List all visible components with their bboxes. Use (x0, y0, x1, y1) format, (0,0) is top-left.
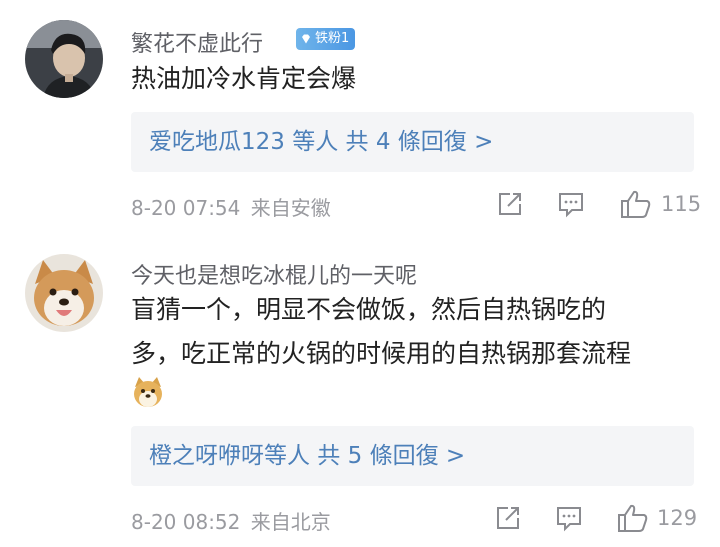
location: 来自安徽 (250, 196, 331, 220)
comment-item: 今天也是想吃冰棍儿的一天呢 盲猜一个，明显不会做饭，然后自热锅吃的 多，吃正常的… (0, 240, 720, 547)
like-count: 115 (661, 192, 702, 216)
doge-emoji (134, 377, 162, 407)
share-icon[interactable] (494, 505, 522, 531)
badge-label: 铁粉1 (315, 31, 350, 46)
avatar[interactable] (25, 254, 103, 332)
avatar[interactable] (25, 20, 103, 98)
location: 来自北京 (250, 510, 331, 534)
timestamp: 8-20 08:52 (131, 510, 241, 534)
username[interactable]: 繁花不虚此行 (131, 26, 263, 58)
thumbs-up-icon[interactable] (617, 503, 649, 533)
reply-summary-box[interactable]: 爱吃地瓜123 等人 共 4 條回復 > (131, 112, 694, 172)
comment-item: 繁花不虚此行 铁粉1 热油加冷水肯定会爆 爱吃地瓜123 等人 共 4 條回復 … (0, 0, 720, 240)
comment-text-line-1: 盲猜一个，明显不会做饭，然后自热锅吃的 (131, 295, 607, 324)
comment-meta: 8-20 07:54 来自安徽 (131, 192, 331, 221)
username[interactable]: 今天也是想吃冰棍儿的一天呢 (131, 258, 417, 290)
reply-summary-link[interactable]: 橙之呀咿呀等人 共 5 條回復 > (149, 426, 465, 486)
diamond-icon (302, 34, 310, 44)
comment-icon[interactable] (555, 504, 583, 532)
thumbs-up-icon[interactable] (620, 189, 652, 219)
reply-summary-link[interactable]: 爱吃地瓜123 等人 共 4 條回復 > (149, 112, 493, 172)
like-count: 129 (657, 506, 698, 530)
comment-meta: 8-20 08:52 来自北京 (131, 506, 331, 535)
share-icon[interactable] (496, 191, 524, 217)
comment-text-line-2: 多，吃正常的火锅的时候用的自热锅那套流程 (131, 339, 632, 368)
reply-summary-box[interactable]: 橙之呀咿呀等人 共 5 條回復 > (131, 426, 694, 486)
fan-badge[interactable]: 铁粉1 (296, 28, 356, 50)
comment-text: 热油加冷水肯定会爆 (131, 64, 357, 93)
timestamp: 8-20 07:54 (131, 196, 241, 220)
comment-icon[interactable] (557, 190, 585, 218)
